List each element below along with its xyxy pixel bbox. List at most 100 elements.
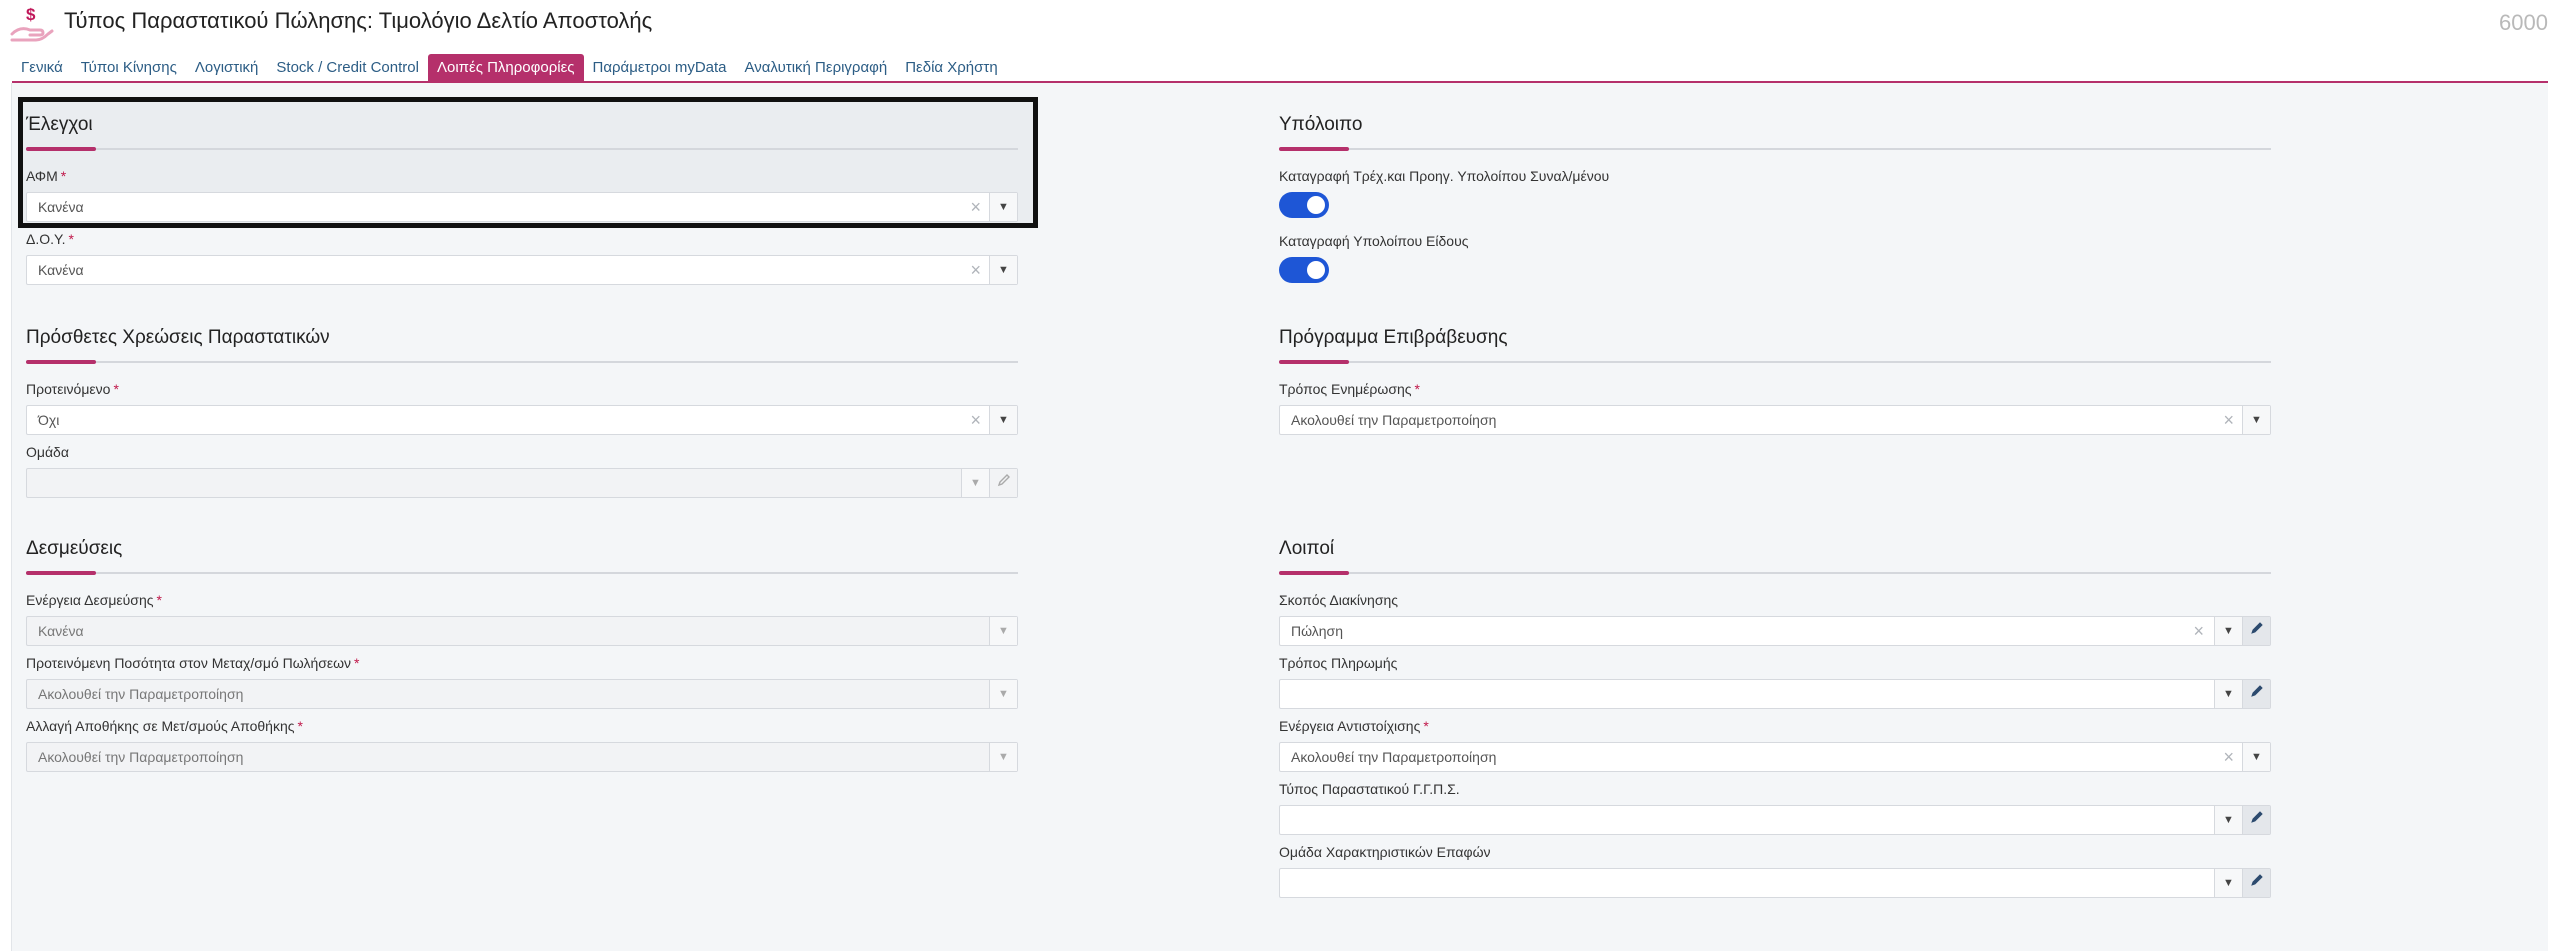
clear-icon[interactable]: × <box>2223 406 2234 434</box>
page-header: $ Τύπος Παραστατικού Πώλησης: Τιμολόγιο … <box>0 0 2558 50</box>
item-balance-toggle[interactable] <box>1279 257 1329 283</box>
select-value: Κανένα <box>38 623 84 639</box>
field-label: Καταγραφή Τρέχ.και Προηγ. Υπολοίπου Συνα… <box>1279 168 1610 184</box>
item-balance-field: Καταγραφή Υπολοίπου Είδους <box>1279 231 2271 296</box>
section-title: Έλεγχοι <box>26 114 93 135</box>
field-label: Τύπος Παραστατικού Γ.Γ.Π.Σ. <box>1279 781 1460 797</box>
section-title: Πρόγραμμα Επιβράβευσης <box>1279 327 1508 348</box>
contact-attr-group-select[interactable]: ▼ <box>1279 868 2271 898</box>
field-label: Καταγραφή Υπολοίπου Είδους <box>1279 233 1469 249</box>
field-label: Προτεινόμενο * <box>26 381 119 397</box>
chevron-down-icon[interactable]: ▼ <box>989 193 1017 221</box>
pencil-icon[interactable] <box>2242 869 2270 897</box>
svg-text:$: $ <box>26 5 36 24</box>
warehouse-change-select[interactable]: Ακολουθεί την Παραμετροποίηση ▼ <box>26 742 1018 772</box>
suggested-charge-select[interactable]: Όχι × ▼ <box>26 405 1018 435</box>
field-label: Προτεινόμενη Ποσότητα στον Μεταχ/σμό Πωλ… <box>26 655 360 671</box>
doy-field: Δ.Ο.Υ. * Κανένα × ▼ <box>26 229 1018 292</box>
suggested-qty-select[interactable]: Ακολουθεί την Παραμετροποίηση ▼ <box>26 679 1018 709</box>
pencil-icon[interactable] <box>2242 680 2270 708</box>
section-divider <box>1279 138 2271 158</box>
update-mode-select[interactable]: Ακολουθεί την Παραμετροποίηση × ▼ <box>1279 405 2271 435</box>
clear-icon[interactable]: × <box>970 406 981 434</box>
matching-action-select[interactable]: Ακολουθεί την Παραμετροποίηση × ▼ <box>1279 742 2271 772</box>
field-label: Ομάδα <box>26 444 69 460</box>
tab-general[interactable]: Γενικά <box>12 54 72 82</box>
section-checks: Έλεγχοι ΑΦΜ * Κανένα × ▼ Δ.Ο.Υ. * Κανένα ×… <box>26 112 1018 292</box>
select-value: Όχι <box>38 412 60 428</box>
afm-select[interactable]: Κανένα × ▼ <box>26 192 1018 222</box>
field-label: Ενέργεια Αντιστοίχισης * <box>1279 718 1429 734</box>
commitment-action-select[interactable]: Κανένα ▼ <box>26 616 1018 646</box>
select-value: Ακολουθεί την Παραμετροποίηση <box>1291 749 1497 765</box>
section-balance: Υπόλοιπο Καταγραφή Τρέχ.και Προηγ. Υπολο… <box>1279 112 2271 296</box>
clear-icon[interactable]: × <box>970 256 981 284</box>
tab-accounting[interactable]: Λογιστική <box>186 54 268 82</box>
section-divider <box>26 562 1018 582</box>
chevron-down-icon[interactable]: ▼ <box>2242 406 2270 434</box>
chevron-down-icon[interactable]: ▼ <box>2242 743 2270 771</box>
current-prev-balance-field: Καταγραφή Τρέχ.και Προηγ. Υπολοίπου Συνα… <box>1279 166 2271 231</box>
chevron-down-icon[interactable]: ▼ <box>2214 680 2242 708</box>
page-title: Τύπος Παραστατικού Πώλησης: Τιμολόγιο Δε… <box>64 8 653 33</box>
suggested-qty-field: Προτεινόμενη Ποσότητα στον Μεταχ/σμό Πωλ… <box>26 653 1018 716</box>
section-extra-charges: Πρόσθετες Χρεώσεις Παραστατικών Προτεινό… <box>26 325 1018 505</box>
tab-movement-types[interactable]: Τύποι Κίνησης <box>72 54 186 82</box>
chevron-down-icon[interactable]: ▼ <box>989 256 1017 284</box>
chevron-down-icon[interactable]: ▼ <box>2214 869 2242 897</box>
chevron-down-icon[interactable]: ▼ <box>961 469 989 497</box>
tab-mydata-params[interactable]: Παράμετροι myData <box>584 54 736 82</box>
clear-icon[interactable]: × <box>970 193 981 221</box>
select-value: Πώληση <box>1291 623 1343 639</box>
chevron-down-icon[interactable]: ▼ <box>989 743 1017 771</box>
payment-method-select[interactable]: ▼ <box>1279 679 2271 709</box>
afm-field: ΑΦΜ * Κανένα × ▼ <box>26 166 1018 229</box>
commitment-action-field: Ενέργεια Δεσμεύσης * Κανένα ▼ <box>26 590 1018 653</box>
pencil-icon[interactable] <box>2242 617 2270 645</box>
field-label: Τρόπος Πληρωμής <box>1279 655 1398 671</box>
suggested-charge-field: Προτεινόμενο * Όχι × ▼ <box>26 379 1018 442</box>
contact-attr-group-field: Ομάδα Χαρακτηριστικών Επαφών ▼ <box>1279 842 2271 905</box>
update-mode-field: Τρόπος Ενημέρωσης * Ακολουθεί την Παραμετ… <box>1279 379 2271 442</box>
tab-detailed-description[interactable]: Αναλυτική Περιγραφή <box>736 54 897 82</box>
tab-user-fields[interactable]: Πεδία Χρήστη <box>896 54 1006 82</box>
field-label: ΑΦΜ * <box>26 168 67 184</box>
chevron-down-icon[interactable]: ▼ <box>2214 806 2242 834</box>
section-divider <box>26 351 1018 371</box>
section-reward-program: Πρόγραμμα Επιβράβευσης Τρόπος Ενημέρωσης… <box>1279 325 2271 442</box>
hand-money-icon: $ <box>10 4 56 44</box>
pencil-icon[interactable] <box>989 469 1017 497</box>
transport-purpose-field: Σκοπός Διακίνησης Πώληση × ▼ <box>1279 590 2271 653</box>
pencil-icon[interactable] <box>2242 806 2270 834</box>
field-label: Ομάδα Χαρακτηριστικών Επαφών <box>1279 844 1491 860</box>
transport-purpose-select[interactable]: Πώληση × ▼ <box>1279 616 2271 646</box>
select-value: Κανένα <box>38 199 84 215</box>
payment-method-field: Τρόπος Πληρωμής ▼ <box>1279 653 2271 716</box>
tab-bar: Γενικά Τύποι Κίνησης Λογιστική Stock / C… <box>12 54 1007 82</box>
select-value: Ακολουθεί την Παραμετροποίηση <box>38 749 244 765</box>
tab-other-info[interactable]: Λοιπές Πληροφορίες <box>427 54 584 82</box>
ggps-doc-type-field: Τύπος Παραστατικού Γ.Γ.Π.Σ. ▼ <box>1279 779 2271 842</box>
select-value: Ακολουθεί την Παραμετροποίηση <box>1291 412 1497 428</box>
charge-group-select[interactable]: ▼ <box>26 468 1018 498</box>
section-divider <box>1279 562 2271 582</box>
current-prev-balance-toggle[interactable] <box>1279 192 1329 218</box>
warehouse-change-field: Αλλαγή Αποθήκης σε Μετ/σμούς Αποθήκης * Α… <box>26 716 1018 779</box>
matching-action-field: Ενέργεια Αντιστοίχισης * Ακολουθεί την Πα… <box>1279 716 2271 779</box>
field-label: Ενέργεια Δεσμεύσης * <box>26 592 162 608</box>
clear-icon[interactable]: × <box>2223 743 2234 771</box>
section-other: Λοιποί Σκοπός Διακίνησης Πώληση × ▼ Τρόπ… <box>1279 536 2271 905</box>
charge-group-field: Ομάδα ▼ <box>26 442 1018 505</box>
section-divider <box>26 138 1018 158</box>
tab-stock-credit-control[interactable]: Stock / Credit Control <box>267 54 428 82</box>
chevron-down-icon[interactable]: ▼ <box>989 680 1017 708</box>
field-label: Τρόπος Ενημέρωσης * <box>1279 381 1420 397</box>
doy-select[interactable]: Κανένα × ▼ <box>26 255 1018 285</box>
select-value: Κανένα <box>38 262 84 278</box>
chevron-down-icon[interactable]: ▼ <box>989 617 1017 645</box>
chevron-down-icon[interactable]: ▼ <box>989 406 1017 434</box>
chevron-down-icon[interactable]: ▼ <box>2214 617 2242 645</box>
ggps-doc-type-select[interactable]: ▼ <box>1279 805 2271 835</box>
select-value: Ακολουθεί την Παραμετροποίηση <box>38 686 244 702</box>
clear-icon[interactable]: × <box>2193 617 2204 645</box>
